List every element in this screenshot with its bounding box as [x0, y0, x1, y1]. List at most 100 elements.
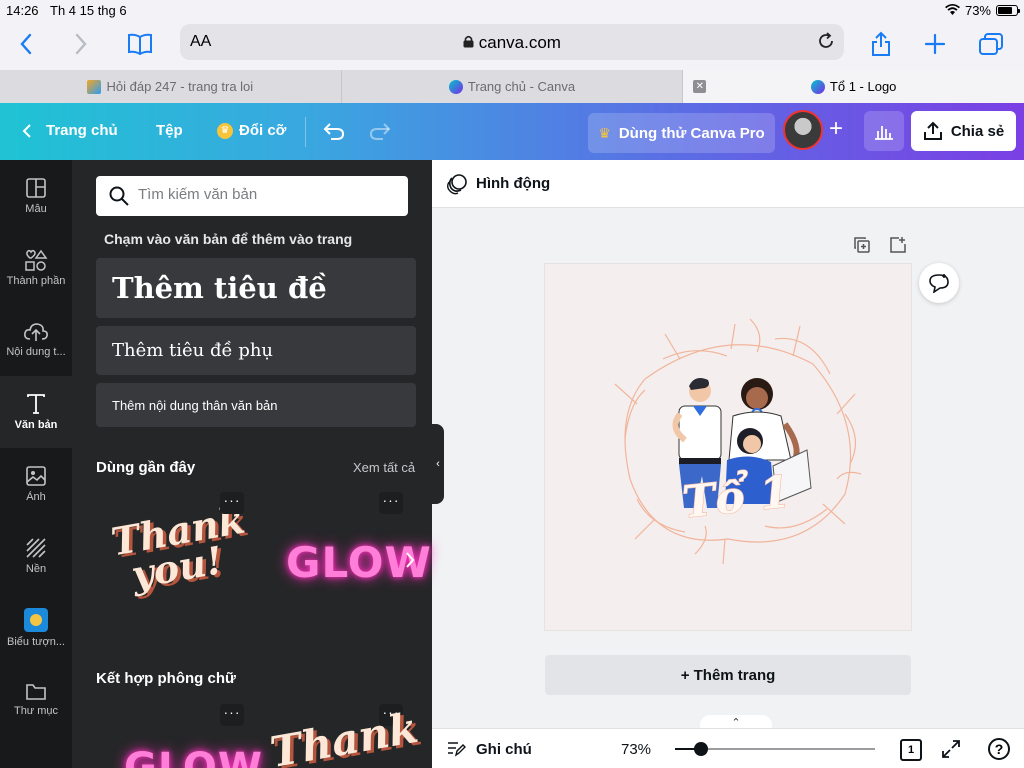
rail-label: Nội dung t... [6, 346, 66, 358]
address-text-wrap: canva.com [180, 33, 844, 53]
fullscreen-icon[interactable] [941, 739, 961, 764]
file-menu-button[interactable]: Tệp [156, 122, 183, 139]
add-subheading-button[interactable]: Thêm tiêu đề phụ [96, 326, 416, 375]
left-rail: Mẫu Thành phần Nội dung t... Văn bản Ảnh… [0, 160, 72, 768]
upload-icon [923, 121, 942, 140]
elements-icon [25, 249, 48, 271]
text-icon [27, 394, 45, 414]
notes-button[interactable]: Ghi chú [476, 741, 532, 758]
bitmoji-app-icon [24, 608, 48, 632]
help-button[interactable]: ? [988, 738, 1010, 760]
duplicate-page-icon[interactable] [853, 236, 871, 259]
editor-footer: Ghi chú 73% 1 ? [432, 728, 1024, 768]
rail-folders[interactable]: Thư mục [0, 664, 72, 736]
pro-label: Dùng thử Canva Pro [618, 124, 765, 142]
crown-icon: ♛ [598, 124, 611, 141]
forward-icon[interactable] [65, 28, 97, 60]
add-body-text-button[interactable]: Thêm nội dung thân văn bản [96, 383, 416, 427]
see-all-link[interactable]: Xem tất cả [353, 460, 415, 475]
rail-uploads[interactable]: Nội dung t... [0, 304, 72, 376]
rail-photos[interactable]: Ảnh [0, 448, 72, 520]
cloud-upload-icon [24, 323, 48, 341]
status-time: 14:26 [6, 3, 39, 18]
tab-design[interactable]: ✕ Tổ 1 - Logo [683, 70, 1024, 103]
context-toolbar: Hình động [432, 160, 1024, 208]
zoom-slider-handle[interactable] [694, 742, 709, 756]
more-options-button[interactable]: ··· [379, 492, 403, 514]
status-bar: 14:26 Th 4 15 thg 6 73% [0, 0, 1024, 20]
tab-label: Hỏi đáp 247 - trang tra loi [106, 79, 254, 94]
rail-label: Thư mục [13, 705, 59, 717]
avatar[interactable] [783, 110, 823, 150]
new-tab-icon[interactable] [919, 28, 951, 60]
reload-icon[interactable] [816, 31, 836, 56]
rail-background[interactable]: Nền [0, 520, 72, 592]
team-logo-illustration[interactable]: Tổ 1 [545, 264, 911, 630]
status-right: 73% [944, 3, 1020, 18]
bookmarks-icon[interactable] [124, 28, 156, 60]
add-page-icon[interactable] [889, 236, 907, 259]
rail-templates[interactable]: Mẫu [0, 160, 72, 232]
add-heading-button[interactable]: Thêm tiêu đề [96, 258, 416, 318]
tab-hoidap[interactable]: Hỏi đáp 247 - trang tra loi [0, 70, 342, 103]
background-icon [26, 538, 46, 558]
tabs-overview-icon[interactable] [975, 28, 1007, 60]
chevron-up-icon[interactable]: ⌃ [700, 715, 772, 729]
animate-button[interactable]: Hình động [476, 175, 550, 192]
home-label: Trang chủ [46, 122, 118, 139]
page-count-button[interactable]: 1 [900, 739, 922, 761]
undo-icon [323, 123, 345, 140]
panel-hint: Chạm vào văn bản để thêm vào trang [104, 231, 353, 247]
rail-elements[interactable]: Thành phần [0, 232, 72, 304]
crown-icon: ♛ [217, 122, 233, 139]
rail-bitmoji[interactable]: Biểu tượn... [0, 592, 72, 664]
resize-button[interactable]: ♛ Đổi cỡ [217, 122, 286, 139]
design-page[interactable]: Tổ 1 [545, 264, 911, 630]
rail-label: Mẫu [25, 203, 47, 215]
share-label: Chia sẻ [950, 122, 1005, 140]
combos-section-title: Kết hợp phông chữ [96, 670, 236, 687]
more-options-button[interactable]: ··· [220, 704, 244, 726]
recent-section-title: Dùng gần đây [96, 459, 196, 476]
rail-label: Biểu tượn... [7, 636, 65, 648]
redo-button[interactable] [369, 121, 391, 141]
wifi-icon [944, 3, 960, 18]
add-page-button[interactable]: + Thêm trang [545, 655, 911, 695]
templates-icon [26, 178, 46, 198]
glow-sample: GLOW [124, 745, 264, 768]
rail-label: Nền [25, 563, 47, 575]
comment-add-icon [929, 274, 949, 293]
browser-toolbar: AA canva.com [0, 20, 1024, 70]
tab-canva-home[interactable]: Trang chủ - Canva [342, 70, 684, 103]
zoom-slider[interactable] [675, 742, 875, 756]
share-button[interactable]: Chia sẻ [911, 111, 1016, 151]
address-bar[interactable]: AA canva.com [180, 24, 844, 60]
battery-icon [996, 5, 1020, 16]
add-member-icon[interactable]: + [826, 117, 846, 141]
more-options-button[interactable]: ··· [220, 492, 244, 514]
zoom-value: 73% [621, 741, 652, 758]
photo-icon [26, 466, 46, 486]
close-tab-icon[interactable]: ✕ [693, 80, 707, 93]
tab-label: Tổ 1 - Logo [829, 79, 897, 94]
hoidap-favicon-icon [87, 79, 102, 94]
text-search[interactable] [96, 176, 408, 216]
chevron-right-icon[interactable] [405, 551, 415, 574]
share-sheet-icon[interactable] [865, 28, 897, 60]
insights-button[interactable] [864, 111, 904, 151]
browser-tabs: Hỏi đáp 247 - trang tra loi Trang chủ - … [0, 70, 1024, 103]
undo-button[interactable] [323, 121, 345, 141]
collapse-panel-button[interactable]: ‹ [432, 424, 444, 504]
back-icon[interactable] [10, 28, 42, 60]
add-comment-button[interactable] [919, 263, 959, 303]
notes-icon [446, 740, 466, 763]
text-panel: Chạm vào văn bản để thêm vào trang Thêm … [72, 160, 432, 768]
search-input[interactable] [138, 186, 398, 203]
header-divider [305, 117, 306, 147]
address-text: canva.com [478, 33, 561, 52]
rail-text[interactable]: Văn bản [0, 376, 72, 448]
try-canva-pro-button[interactable]: ♛ Dùng thử Canva Pro [588, 113, 775, 153]
animate-icon [446, 173, 468, 200]
home-button[interactable]: Trang chủ [22, 122, 118, 139]
tab-label: Trang chủ - Canva [467, 79, 576, 94]
